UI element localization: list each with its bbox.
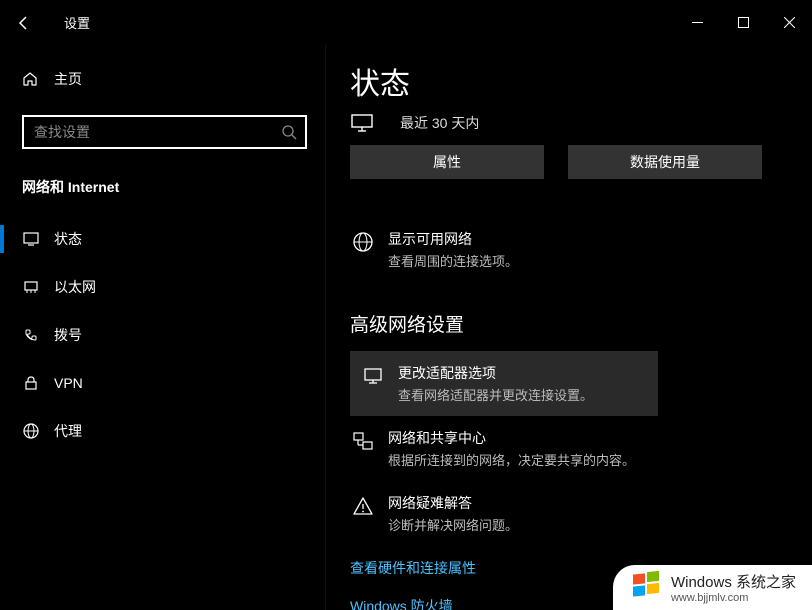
watermark-sub: www.bjjmlv.com	[671, 592, 796, 604]
option-title: 更改适配器选项	[398, 363, 593, 383]
sidebar-item-label: VPN	[54, 375, 83, 391]
vpn-icon	[22, 374, 40, 392]
page-heading: 状态	[350, 59, 812, 103]
sidebar-item-dialup[interactable]: 拨号	[0, 315, 325, 355]
proxy-icon	[22, 422, 40, 440]
dialup-icon	[22, 326, 40, 344]
data-usage-button[interactable]: 数据使用量	[568, 145, 762, 179]
window-controls	[674, 7, 812, 39]
sharing-icon	[350, 430, 376, 452]
watermark-main: Windows 系统之家	[671, 571, 796, 592]
usage-row: 最近 30 天内	[350, 113, 812, 133]
option-title: 网络和共享中心	[388, 428, 635, 448]
warning-icon	[350, 495, 376, 517]
search-input[interactable]	[34, 124, 281, 140]
home-icon	[22, 71, 40, 87]
search-icon	[281, 124, 297, 140]
content-area: 状态 最近 30 天内 属性 数据使用量 显示可用网络 查看周围的连接选项。 高	[326, 45, 812, 610]
option-subtitle: 诊断并解决网络问题。	[388, 515, 518, 534]
properties-button[interactable]: 属性	[350, 145, 544, 179]
sidebar-item-label: 代理	[54, 421, 82, 441]
sidebar-item-ethernet[interactable]: 以太网	[0, 267, 325, 307]
sidebar-item-proxy[interactable]: 代理	[0, 411, 325, 451]
usage-text: 最近 30 天内	[400, 113, 479, 133]
option-subtitle: 查看网络适配器并更改连接设置。	[398, 385, 593, 404]
watermark: Windows 系统之家 www.bjjmlv.com	[613, 565, 812, 610]
advanced-heading: 高级网络设置	[350, 310, 812, 337]
option-title: 网络疑难解答	[388, 493, 518, 513]
nav-list: 状态 以太网 拨号 VPN	[0, 219, 325, 451]
show-available-networks[interactable]: 显示可用网络 查看周围的连接选项。	[350, 217, 812, 282]
sidebar-home[interactable]: 主页	[0, 57, 325, 101]
titlebar-title: 设置	[64, 13, 90, 32]
monitor-icon	[350, 113, 386, 133]
change-adapter-options[interactable]: 更改适配器选项 查看网络适配器并更改连接设置。	[350, 351, 658, 416]
maximize-button[interactable]	[720, 7, 766, 39]
windows-logo-icon	[629, 569, 663, 607]
sidebar-item-label: 以太网	[54, 277, 96, 297]
option-title: 显示可用网络	[388, 229, 518, 249]
search-box[interactable]	[22, 115, 307, 149]
sidebar-item-label: 状态	[54, 229, 82, 249]
back-button[interactable]	[0, 0, 48, 45]
sidebar-item-vpn[interactable]: VPN	[0, 363, 325, 403]
titlebar: 设置	[0, 0, 812, 45]
sidebar: 主页 网络和 Internet 状态 以太网	[0, 45, 326, 610]
network-troubleshoot[interactable]: 网络疑难解答 诊断并解决网络问题。	[350, 481, 812, 546]
button-row: 属性 数据使用量	[350, 145, 812, 179]
search-wrap	[22, 115, 307, 149]
adapter-icon	[360, 365, 386, 387]
sidebar-section-title: 网络和 Internet	[22, 177, 325, 197]
ethernet-icon	[22, 278, 40, 296]
minimize-button[interactable]	[674, 7, 720, 39]
sidebar-item-status[interactable]: 状态	[0, 219, 325, 259]
globe-icon	[350, 231, 376, 253]
option-subtitle: 根据所连接到的网络，决定要共享的内容。	[388, 450, 635, 469]
sidebar-home-label: 主页	[54, 69, 82, 89]
network-sharing-center[interactable]: 网络和共享中心 根据所连接到的网络，决定要共享的内容。	[350, 416, 812, 481]
sidebar-item-label: 拨号	[54, 325, 82, 345]
close-button[interactable]	[766, 7, 812, 39]
option-subtitle: 查看周围的连接选项。	[388, 251, 518, 270]
status-icon	[22, 230, 40, 248]
